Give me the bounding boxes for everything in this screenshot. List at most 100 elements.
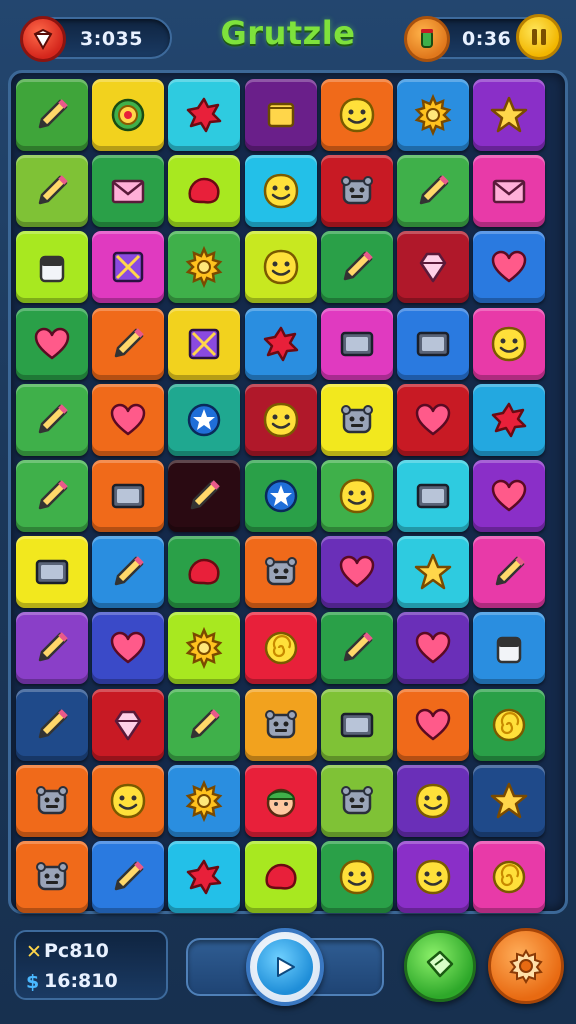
- tile[interactable]: [397, 155, 469, 228]
- gem-icon[interactable]: [20, 16, 66, 62]
- tablet-icon: [30, 550, 74, 594]
- tile[interactable]: [397, 841, 469, 913]
- tile[interactable]: [92, 536, 165, 609]
- pencil-icon: [106, 550, 150, 594]
- tile[interactable]: [320, 536, 393, 609]
- tile[interactable]: [168, 841, 241, 913]
- tile[interactable]: [92, 764, 165, 837]
- star-icon: [411, 550, 455, 594]
- pencil-icon: [487, 550, 531, 594]
- tile[interactable]: [92, 688, 165, 761]
- tile[interactable]: [16, 536, 88, 609]
- tile[interactable]: [397, 612, 469, 685]
- tile[interactable]: [168, 307, 241, 380]
- tile[interactable]: [16, 231, 88, 304]
- crossbox-icon: [106, 245, 150, 289]
- tile[interactable]: [320, 231, 393, 304]
- tile[interactable]: [168, 79, 241, 151]
- tile[interactable]: [397, 79, 469, 151]
- tile[interactable]: [320, 841, 393, 913]
- stats-panel: ✕ Pc810 $ 16:810: [14, 930, 168, 1000]
- tile[interactable]: [244, 231, 317, 304]
- tile[interactable]: [16, 460, 88, 532]
- starcircle-icon: [182, 398, 226, 442]
- tile[interactable]: [16, 155, 88, 228]
- tile[interactable]: [397, 307, 469, 380]
- tile[interactable]: [168, 612, 241, 685]
- tile[interactable]: [473, 79, 546, 151]
- tile[interactable]: [397, 764, 469, 837]
- tile[interactable]: [168, 383, 241, 456]
- splat-icon: [182, 93, 226, 137]
- tile[interactable]: [473, 688, 546, 761]
- tile[interactable]: [244, 460, 317, 532]
- tile[interactable]: [16, 612, 88, 685]
- hint-button[interactable]: [404, 930, 476, 1002]
- potion-icon[interactable]: [404, 16, 450, 62]
- tile[interactable]: [473, 612, 546, 685]
- tile[interactable]: [16, 307, 88, 380]
- tile[interactable]: [16, 79, 88, 151]
- tile[interactable]: [92, 155, 165, 228]
- tile[interactable]: [473, 383, 546, 456]
- tile[interactable]: [16, 383, 88, 456]
- tile[interactable]: [320, 612, 393, 685]
- tile[interactable]: [168, 764, 241, 837]
- tile[interactable]: [244, 688, 317, 761]
- tile[interactable]: [397, 460, 469, 532]
- dollar-icon: $: [26, 971, 40, 993]
- pencil-icon: [182, 703, 226, 747]
- tile[interactable]: [244, 155, 317, 228]
- tile[interactable]: [473, 536, 546, 609]
- pause-button[interactable]: [516, 14, 562, 60]
- tile[interactable]: [320, 307, 393, 380]
- tile[interactable]: [92, 460, 165, 532]
- tile[interactable]: [473, 231, 546, 304]
- tile[interactable]: [92, 307, 165, 380]
- tablet-icon: [106, 474, 150, 518]
- tablet-icon: [335, 322, 379, 366]
- tile[interactable]: [92, 383, 165, 456]
- tile[interactable]: [16, 764, 88, 837]
- tile[interactable]: [320, 383, 393, 456]
- tile[interactable]: [168, 231, 241, 304]
- tile[interactable]: [473, 460, 546, 532]
- tile[interactable]: [16, 841, 88, 913]
- tile[interactable]: [397, 383, 469, 456]
- tile[interactable]: [397, 536, 469, 609]
- tile[interactable]: [244, 764, 317, 837]
- tile[interactable]: [92, 841, 165, 913]
- tile[interactable]: [92, 79, 165, 151]
- tile[interactable]: [244, 841, 317, 913]
- tile[interactable]: [320, 764, 393, 837]
- jar-icon: [30, 245, 74, 289]
- play-button[interactable]: [246, 928, 324, 1006]
- tile[interactable]: [320, 155, 393, 228]
- tile[interactable]: [473, 764, 546, 837]
- tile[interactable]: [92, 231, 165, 304]
- tile[interactable]: [320, 688, 393, 761]
- tile[interactable]: [473, 307, 546, 380]
- coins-value: 16:810: [44, 970, 118, 992]
- tile[interactable]: [397, 688, 469, 761]
- tile[interactable]: [168, 460, 241, 532]
- tile[interactable]: [244, 536, 317, 609]
- tile[interactable]: [244, 383, 317, 456]
- tile[interactable]: [320, 460, 393, 532]
- tile[interactable]: [473, 841, 546, 913]
- pencil-icon: [182, 474, 226, 518]
- tile[interactable]: [320, 79, 393, 151]
- tile[interactable]: [244, 79, 317, 151]
- settings-button[interactable]: [488, 928, 564, 1004]
- tile[interactable]: [473, 155, 546, 228]
- tile[interactable]: [397, 231, 469, 304]
- tile[interactable]: [244, 612, 317, 685]
- swirl-icon: [487, 703, 531, 747]
- tile[interactable]: [168, 536, 241, 609]
- tile[interactable]: [92, 612, 165, 685]
- tile[interactable]: [168, 155, 241, 228]
- tile[interactable]: [244, 307, 317, 380]
- play-inner: [257, 939, 313, 995]
- tile[interactable]: [16, 688, 88, 761]
- tile[interactable]: [168, 688, 241, 761]
